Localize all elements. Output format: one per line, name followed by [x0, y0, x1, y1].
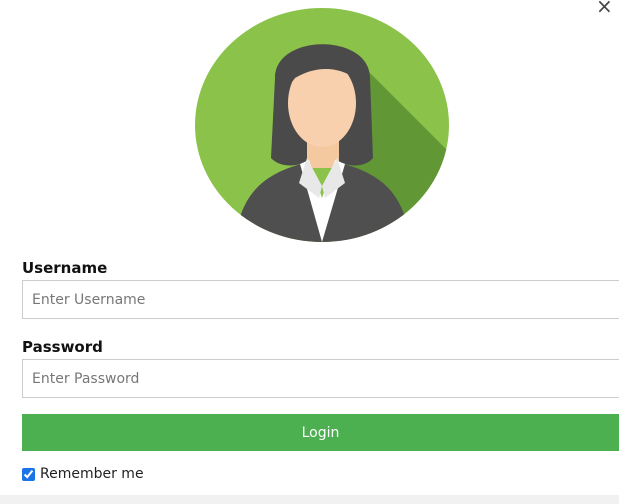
user-avatar-woman-icon: [195, 8, 449, 242]
password-input[interactable]: [22, 359, 619, 398]
login-page: × Username Enter Username Password Login…: [0, 0, 619, 504]
bottom-bar: [0, 495, 619, 504]
remember-me-label[interactable]: Remember me: [40, 466, 144, 482]
username-label: Username: [22, 259, 108, 277]
remember-me-row: Remember me: [22, 466, 619, 482]
password-label: Password: [22, 338, 103, 356]
login-form: Username Password Login Remember me: [22, 259, 619, 482]
username-input[interactable]: [22, 280, 619, 319]
avatar: [195, 8, 449, 242]
remember-me-checkbox[interactable]: [22, 467, 35, 481]
login-button[interactable]: Login: [22, 414, 619, 451]
close-icon[interactable]: ×: [596, 0, 613, 16]
